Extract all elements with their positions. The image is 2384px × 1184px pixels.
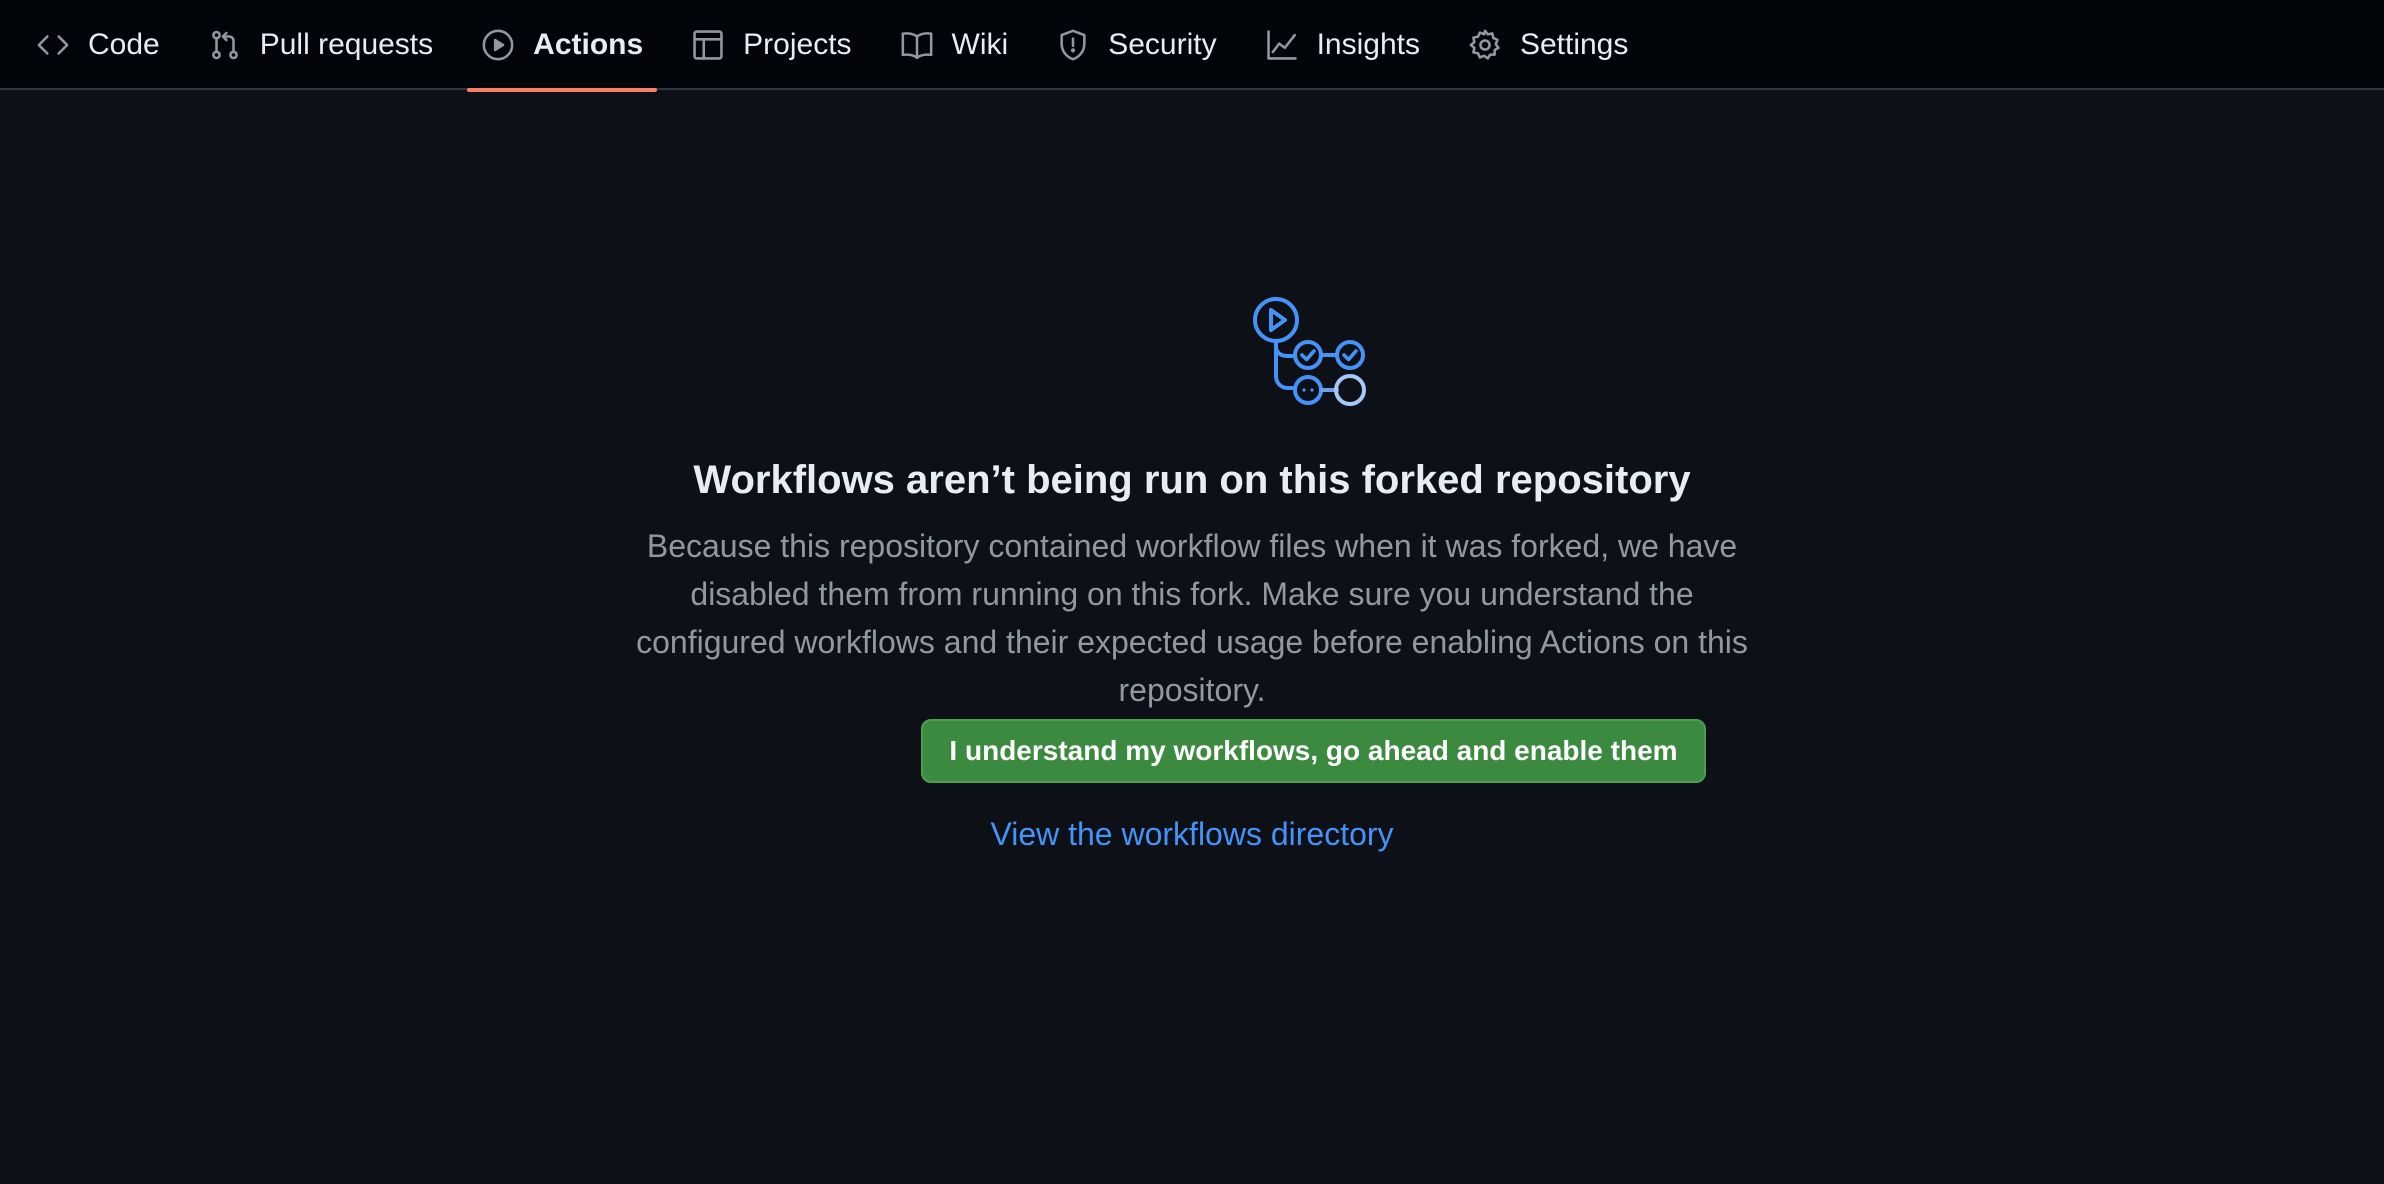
tab-insights-label: Insights [1316, 28, 1420, 61]
workflow-icon [1252, 296, 1376, 416]
blankslate-description: Because this repository contained workfl… [636, 528, 1748, 708]
tab-code[interactable]: Code [22, 0, 174, 90]
book-icon [900, 28, 934, 62]
repo-tabs: Code Pull requests Actions Projects Wiki [22, 0, 1662, 92]
tab-settings[interactable]: Settings [1454, 0, 1642, 90]
code-icon [36, 28, 70, 62]
shield-icon [1056, 28, 1090, 62]
tab-security-label: Security [1108, 28, 1217, 61]
gear-icon [1468, 28, 1502, 62]
tab-security[interactable]: Security [1042, 0, 1230, 90]
workflows-directory-link[interactable]: View the workflows directory [990, 816, 1393, 852]
workflows-directory-link-wrapper: View the workflows directory [0, 816, 2384, 853]
actions-blankslate: Workflows aren’t being run on this forke… [0, 90, 2384, 1184]
git-pull-request-icon [208, 28, 242, 62]
tab-settings-label: Settings [1519, 28, 1629, 61]
tab-projects-label: Projects [743, 28, 852, 61]
table-icon [691, 28, 725, 62]
tab-wiki-label: Wiki [951, 28, 1009, 61]
tab-wiki[interactable]: Wiki [886, 0, 1023, 90]
tab-projects[interactable]: Projects [677, 0, 865, 90]
tab-pull-requests-label: Pull requests [259, 28, 434, 61]
tab-insights[interactable]: Insights [1251, 0, 1434, 90]
tab-code-label: Code [88, 28, 160, 61]
enable-workflows-button[interactable]: I understand my workflows, go ahead and … [921, 719, 1706, 783]
play-circle-icon [481, 28, 515, 62]
tab-actions[interactable]: Actions [467, 0, 658, 92]
tab-actions-label: Actions [533, 28, 644, 61]
blankslate-title: Workflows aren’t being run on this forke… [693, 458, 1691, 502]
graph-icon [1265, 28, 1299, 62]
repo-nav-bar: Code Pull requests Actions Projects Wiki [0, 0, 2384, 92]
tab-pull-requests[interactable]: Pull requests [194, 0, 447, 90]
